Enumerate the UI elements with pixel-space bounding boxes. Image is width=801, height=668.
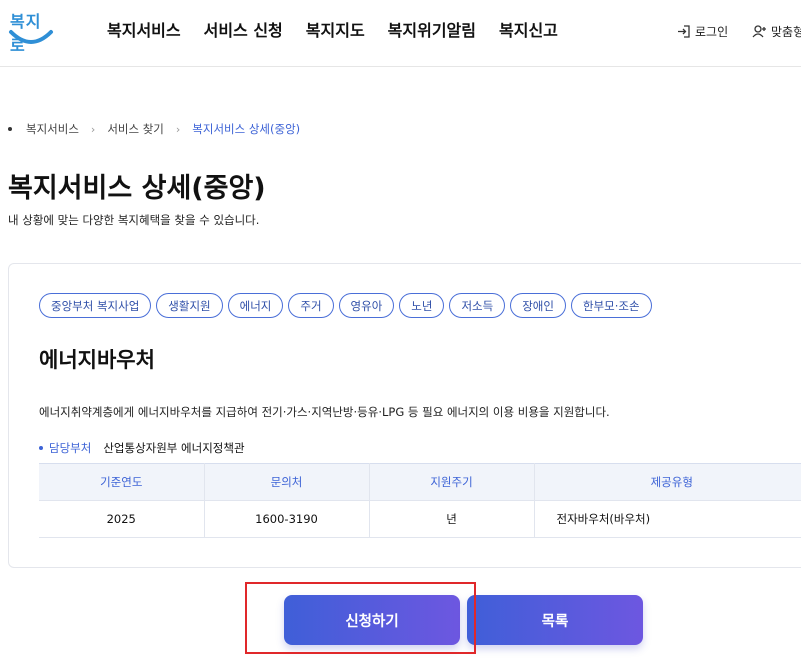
tag-low-income[interactable]: 저소득 — [449, 293, 506, 318]
table-row: 2025 1600-3190 년 전자바우처(바우처) — [39, 500, 801, 538]
tag-elderly[interactable]: 노년 — [399, 293, 445, 318]
bullet-icon — [39, 446, 43, 450]
main-nav: 복지서비스 서비스 신청 복지지도 복지위기알림 복지신고 — [107, 17, 558, 41]
nav-welfare-map[interactable]: 복지지도 — [306, 17, 365, 41]
site-header: 복지로 복지서비스 서비스 신청 복지지도 복지위기알림 복지신고 로그인 맞춤… — [0, 0, 801, 67]
tag-living-support[interactable]: 생활지원 — [156, 293, 223, 318]
chevron-right-icon: › — [175, 122, 181, 136]
service-title: 에너지바우처 — [39, 348, 155, 372]
tag-single-parent[interactable]: 한부모·조손 — [570, 293, 652, 318]
home-dot-icon[interactable] — [8, 127, 12, 131]
login-label: 로그인 — [695, 25, 729, 39]
user-plus-icon — [752, 25, 766, 38]
login-icon — [678, 25, 690, 38]
logo[interactable]: 복지로 — [6, 6, 54, 55]
page-title: 복지서비스 상세(중앙) — [8, 173, 266, 204]
tag-central-ministry[interactable]: 중앙부처 복지사업 — [39, 293, 152, 318]
cell-year: 2025 — [39, 500, 205, 538]
cell-type: 전자바우처(바우처) — [534, 500, 801, 538]
column-header-contact: 문의처 — [204, 463, 370, 501]
nav-welfare-report[interactable]: 복지신고 — [499, 17, 558, 41]
login-link[interactable]: 로그인 — [677, 23, 728, 40]
tag-list: 중앙부처 복지사업 생활지원 에너지 주거 영유아 노년 저소득 장애인 한부모… — [39, 293, 652, 318]
cell-contact: 1600-3190 — [204, 500, 370, 538]
tag-infant[interactable]: 영유아 — [338, 293, 395, 318]
column-header-year: 기준연도 — [39, 463, 205, 501]
cell-cycle: 년 — [369, 500, 535, 538]
department-info: 담당부처 산업통상자원부 에너지정책관 — [39, 440, 245, 456]
table-header-row: 기준연도 문의처 지원주기 제공유형 — [39, 463, 801, 501]
list-button[interactable]: 목록 — [467, 595, 643, 645]
tag-energy[interactable]: 에너지 — [227, 293, 284, 318]
breadcrumb: 복지서비스 › 서비스 찾기 › 복지서비스 상세(중앙) — [8, 121, 300, 137]
nav-service-apply[interactable]: 서비스 신청 — [204, 17, 283, 41]
breadcrumb-welfare-service[interactable]: 복지서비스 — [26, 121, 79, 137]
nav-crisis-alert[interactable]: 복지위기알림 — [388, 17, 476, 41]
service-info-table: 기준연도 문의처 지원주기 제공유형 2025 1600-3190 년 전자바우… — [39, 463, 801, 538]
breadcrumb-current: 복지서비스 상세(중앙) — [192, 122, 301, 136]
custom-service-link[interactable]: 맞춤형 — [752, 23, 801, 40]
department-label: 담당부처 — [49, 441, 92, 455]
custom-label: 맞춤형 — [771, 25, 801, 39]
service-detail-card: 중앙부처 복지사업 생활지원 에너지 주거 영유아 노년 저소득 장애인 한부모… — [8, 263, 801, 568]
chevron-right-icon: › — [90, 122, 96, 136]
apply-button[interactable]: 신청하기 — [284, 595, 460, 645]
column-header-type: 제공유형 — [534, 463, 801, 501]
breadcrumb-service-find[interactable]: 서비스 찾기 — [107, 121, 164, 137]
tag-housing[interactable]: 주거 — [288, 293, 334, 318]
service-description: 에너지취약계층에게 에너지바우처를 지급하여 전기·가스·지역난방·등유·LPG… — [39, 405, 610, 419]
nav-welfare-service[interactable]: 복지서비스 — [107, 17, 181, 41]
logo-smile-icon — [9, 30, 53, 44]
column-header-cycle: 지원주기 — [369, 463, 535, 501]
department-value: 산업통상자원부 에너지정책관 — [103, 441, 245, 455]
tag-disabled[interactable]: 장애인 — [510, 293, 566, 318]
page-subtitle: 내 상황에 맞는 다양한 복지혜택을 찾을 수 있습니다. — [8, 213, 260, 227]
